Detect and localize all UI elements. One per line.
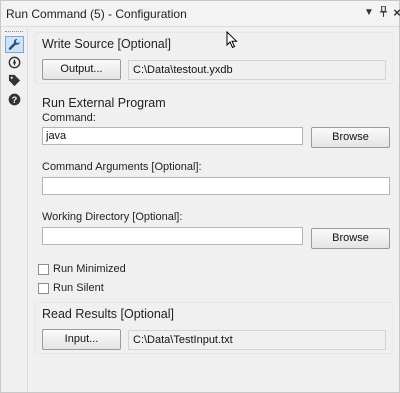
working-directory-label: Working Directory [Optional]: bbox=[42, 211, 183, 223]
read-results-section: Read Results [Optional] Input... C:\Data… bbox=[35, 302, 393, 354]
mouse-cursor-icon bbox=[226, 31, 238, 49]
command-arguments-input[interactable] bbox=[42, 177, 390, 195]
run-silent-checkbox[interactable] bbox=[38, 282, 49, 294]
run-minimized-checkbox[interactable] bbox=[38, 263, 49, 275]
run-minimized-option[interactable]: Run Minimized bbox=[38, 263, 126, 275]
read-results-title: Read Results [Optional] bbox=[42, 307, 175, 321]
sidebar-item-configuration[interactable] bbox=[5, 36, 24, 53]
wrench-icon bbox=[8, 38, 20, 50]
configuration-panel: Write Source [Optional] Output... C:\Dat… bbox=[28, 28, 399, 392]
command-label: Command: bbox=[42, 112, 96, 124]
title-bar: Run Command (5) - Configuration ▼ × bbox=[1, 1, 400, 27]
write-source-title: Write Source [Optional] bbox=[42, 37, 171, 51]
tool-sidebar: ? bbox=[1, 28, 28, 392]
sidebar-item-help[interactable]: ? bbox=[5, 91, 24, 108]
input-path-field: C:\Data\TestInput.txt bbox=[128, 330, 386, 350]
external-program-title: Run External Program bbox=[42, 96, 166, 110]
sidebar-item-annotation[interactable] bbox=[5, 72, 24, 89]
window-title: Run Command (5) - Configuration bbox=[6, 7, 187, 21]
close-icon[interactable]: × bbox=[390, 6, 400, 20]
command-arguments-label: Command Arguments [Optional]: bbox=[42, 161, 202, 173]
write-source-section: Write Source [Optional] Output... C:\Dat… bbox=[35, 32, 393, 84]
run-minimized-label: Run Minimized bbox=[53, 263, 126, 275]
external-program-section: Run External Program Command: Browse Com… bbox=[35, 92, 393, 310]
command-input[interactable] bbox=[42, 127, 303, 145]
pin-glyph bbox=[379, 5, 387, 17]
input-button[interactable]: Input... bbox=[42, 329, 121, 350]
pin-icon[interactable] bbox=[376, 5, 390, 20]
compass-icon bbox=[8, 56, 21, 69]
run-silent-label: Run Silent bbox=[53, 282, 104, 294]
working-directory-browse-button[interactable]: Browse bbox=[311, 228, 390, 249]
working-directory-input[interactable] bbox=[42, 227, 303, 245]
svg-text:?: ? bbox=[12, 95, 18, 105]
output-path-field: C:\Data\testout.yxdb bbox=[128, 60, 386, 80]
sidebar-item-layout[interactable] bbox=[5, 54, 24, 71]
command-browse-button[interactable]: Browse bbox=[311, 127, 390, 148]
window-menu-icon[interactable]: ▼ bbox=[362, 6, 376, 20]
run-silent-option[interactable]: Run Silent bbox=[38, 282, 104, 294]
tag-icon bbox=[8, 74, 21, 87]
output-button[interactable]: Output... bbox=[42, 59, 121, 80]
help-icon: ? bbox=[8, 93, 21, 106]
sidebar-grip bbox=[5, 31, 23, 34]
configuration-window: Run Command (5) - Configuration ▼ × ? Wr… bbox=[0, 0, 400, 393]
